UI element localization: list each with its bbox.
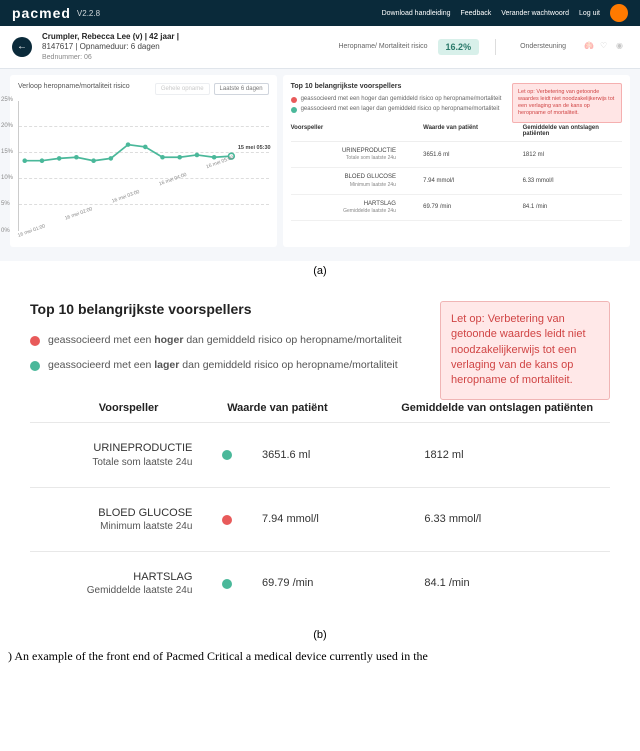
risk-badge: 16.2%: [438, 39, 480, 55]
organ-icons: 🫁 ♡ ◉: [584, 41, 628, 53]
logout-link[interactable]: Log uit: [579, 10, 600, 17]
warning-box: Let op: Verbetering van getoonde waardes…: [512, 83, 622, 124]
line-chart: 0% 5% 10% 15% 20% 25%: [18, 101, 269, 231]
table-row: URINEPRODUCTIETotale som laatste 24u3651…: [291, 142, 622, 168]
kidney-icon[interactable]: ◉: [616, 41, 628, 53]
back-button[interactable]: ←: [12, 37, 32, 57]
table-row: BLOED GLUCOSEMinimum laatste 24u7.94 mmo…: [30, 487, 610, 551]
lungs-icon[interactable]: 🫁: [584, 41, 596, 53]
panel-a: pacmed V2.2.8 Download handleiding Feedb…: [0, 0, 640, 261]
app-header: pacmed V2.2.8 Download handleiding Feedb…: [0, 0, 640, 26]
top10-card: Top 10 belangrijkste voorspellers geasso…: [283, 75, 630, 247]
tulip-icon: [610, 4, 628, 22]
green-dot-icon: [291, 107, 297, 113]
risk-label: Heropname/ Mortaliteit risico: [338, 43, 427, 50]
panel-b: Top 10 belangrijkste voorspellers geasso…: [0, 281, 640, 625]
table-row: HARTSLAGGemiddelde laatste 24u69.79 /min…: [291, 195, 622, 221]
heart-icon[interactable]: ♡: [600, 41, 612, 53]
download-link[interactable]: Download handleiding: [382, 10, 451, 17]
red-dot-icon: [30, 336, 40, 346]
caption-b: (b): [0, 625, 640, 645]
green-dot-icon: [30, 361, 40, 371]
bed-number: Bednummer: 06: [42, 53, 179, 62]
chart-title: Verloop heropname/mortaliteit risico: [18, 83, 130, 90]
logo: pacmed: [12, 5, 71, 21]
version-label: V2.2.8: [77, 9, 100, 18]
feedback-link[interactable]: Feedback: [461, 10, 492, 17]
table-row: HARTSLAGGemiddelde laatste 24u69.79 /min…: [30, 551, 610, 615]
support-label: Ondersteuning: [520, 43, 566, 50]
footer-caption: ) An example of the front end of Pacmed …: [0, 645, 640, 668]
change-password-link[interactable]: Verander wachtwoord: [501, 10, 569, 17]
b-warning-box: Let op: Verbetering van getoonde waardes…: [440, 301, 610, 400]
patient-name: Crumpler, Rebecca Lee (v) | 42 jaar |: [42, 32, 179, 42]
caption-a: (a): [0, 261, 640, 281]
red-dot-icon: [291, 97, 297, 103]
table-row: BLOED GLUCOSEMinimum laatste 24u7.94 mmo…: [291, 168, 622, 194]
patient-bar: ← Crumpler, Rebecca Lee (v) | 42 jaar | …: [0, 26, 640, 69]
patient-id-line: 8147617 | Opnameduur: 6 dagen: [42, 42, 179, 52]
chart-range-6days[interactable]: Laatste 6 dagen: [214, 83, 269, 95]
trend-chart-card: Verloop heropname/mortaliteit risico Geh…: [10, 75, 277, 247]
chart-range-full[interactable]: Gehele opname: [155, 83, 210, 95]
table-row: URINEPRODUCTIETotale som laatste 24u3651…: [30, 422, 610, 486]
